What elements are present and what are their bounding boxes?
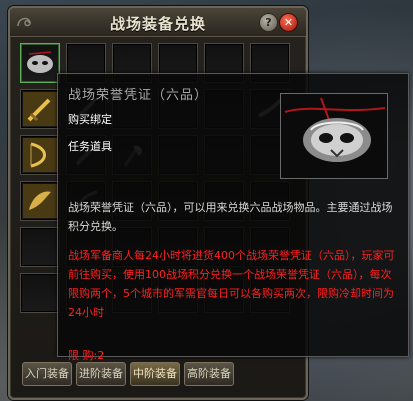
tooltip-item-type: 任务道具 bbox=[68, 140, 112, 153]
golden-bow-icon bbox=[23, 138, 57, 172]
tooltip-item-name: 战场荣誉凭证（六品） bbox=[68, 88, 209, 103]
close-button[interactable]: ✕ bbox=[279, 13, 298, 32]
help-button[interactable]: ? bbox=[259, 13, 278, 32]
tooltip-purchase-limit: 限 购:2 bbox=[68, 349, 105, 362]
item-slot[interactable] bbox=[20, 135, 60, 175]
tooltip-preview bbox=[280, 93, 388, 179]
item-slot[interactable] bbox=[20, 181, 60, 221]
item-slot[interactable] bbox=[20, 89, 60, 129]
silver-mask-pendant-icon bbox=[284, 97, 386, 162]
tab-3[interactable]: 高阶装备 bbox=[184, 362, 234, 386]
title-bar[interactable]: 战场装备兑换 ? ✕ bbox=[10, 8, 306, 37]
tab-0[interactable]: 入门装备 bbox=[22, 362, 72, 386]
tooltip-notice: 战场军备商人每24小时将进货400个战场荣誉凭证（六品），玩家可前往购买，使用1… bbox=[68, 249, 395, 319]
tooltip-description: 战场荣誉凭证（六品），可以用来兑换六品战场物品。主要通过战场积分兑换。 bbox=[68, 201, 393, 233]
tooltip-bind-type: 购买绑定 bbox=[68, 113, 112, 126]
tab-2[interactable]: 中阶装备 bbox=[130, 362, 180, 386]
item-slot[interactable] bbox=[20, 227, 60, 267]
item-slot[interactable] bbox=[20, 273, 60, 313]
golden-sword-icon bbox=[23, 92, 57, 126]
silver-mask-icon bbox=[23, 46, 57, 80]
golden-wing-icon bbox=[23, 184, 57, 218]
item-slot[interactable] bbox=[20, 43, 60, 83]
tab-1[interactable]: 进阶装备 bbox=[76, 362, 126, 386]
item-tooltip: 战场荣誉凭证（六品） 购买绑定 任务道具 战场荣誉凭证（六品），可以用来兑换六品… bbox=[57, 73, 409, 362]
